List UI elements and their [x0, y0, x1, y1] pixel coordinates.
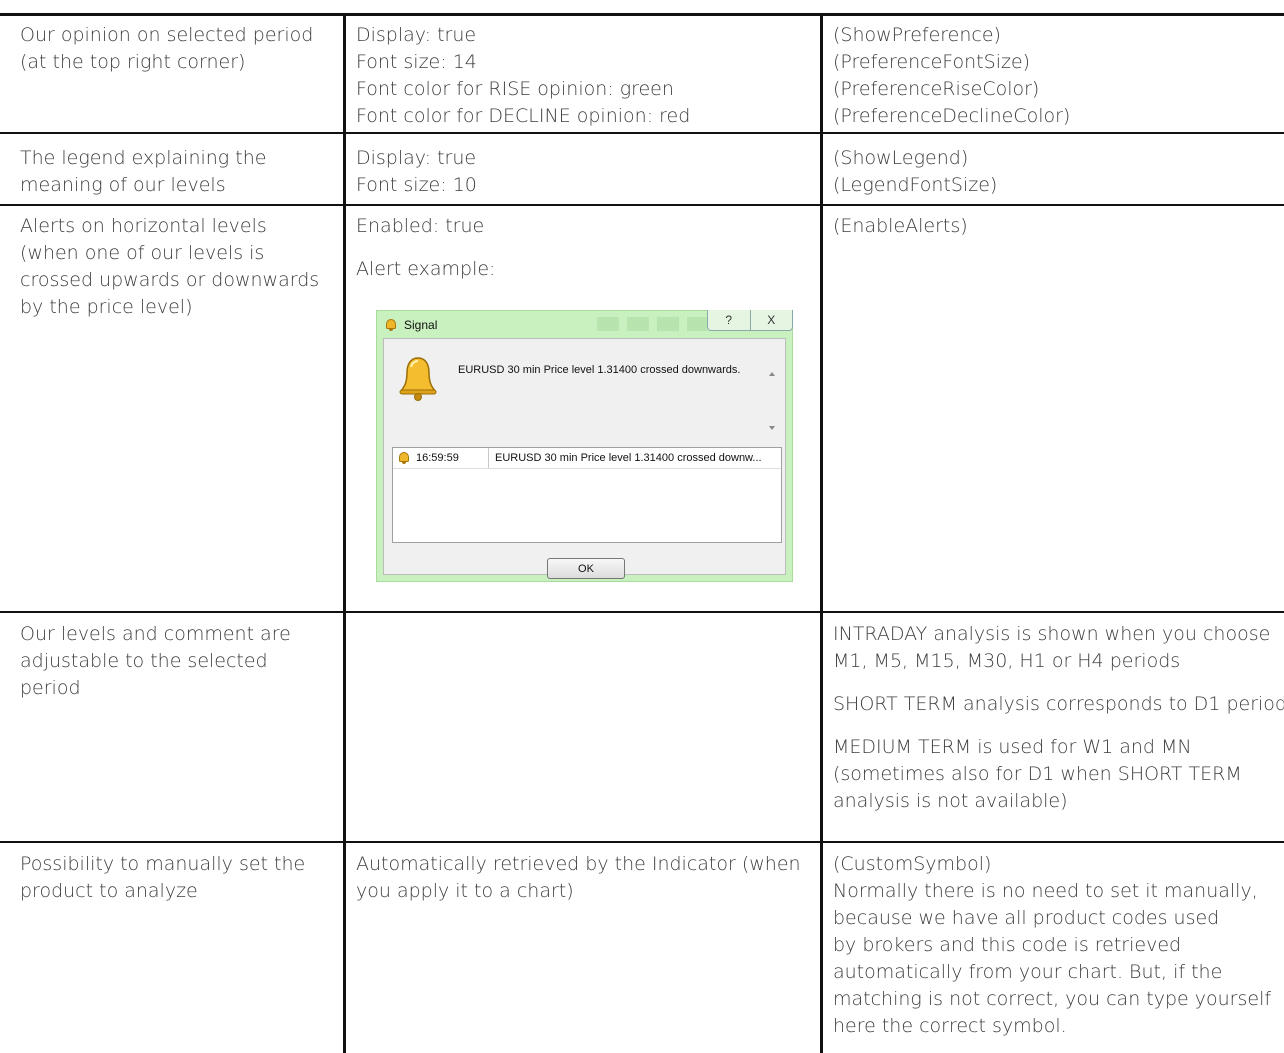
row5-settings: Automatically retrieved by the Indicator…: [356, 853, 801, 902]
row3-settings: Enabled: true Alert example:: [356, 215, 496, 280]
settings-table: Our opinion on selected period (at the t…: [0, 0, 1284, 1053]
row2-settings: Display: true Font size: 10: [356, 147, 477, 196]
dialog-title-bar: Signal: [385, 318, 437, 332]
column-divider: [820, 14, 823, 1053]
row-divider: [0, 611, 1284, 613]
alert-list[interactable]: 16:59:59 EURUSD 30 min Price level 1.314…: [392, 447, 782, 543]
help-button[interactable]: ?: [708, 310, 750, 330]
row1-feature: Our opinion on selected period (at the t…: [20, 24, 314, 73]
bell-icon: [385, 319, 397, 331]
row-divider: [0, 204, 1284, 206]
background-chart-text: [597, 317, 707, 331]
scroll-down-icon[interactable]: [769, 426, 775, 430]
alert-list-message: EURUSD 30 min Price level 1.31400 crosse…: [495, 452, 762, 464]
scroll-up-icon[interactable]: [769, 372, 775, 376]
row1-params: (ShowPreference) (PreferenceFontSize) (P…: [833, 24, 1071, 127]
ok-button[interactable]: OK: [547, 558, 625, 579]
row3-feature: Alerts on horizontal levels (when one of…: [20, 215, 320, 318]
row-divider: [0, 13, 1284, 16]
message-scrollbar[interactable]: [765, 366, 781, 436]
column-divider: [343, 14, 346, 1053]
alert-dialog: Signal ? X EURUSD 30 min Price level 1.3…: [376, 310, 793, 582]
dialog-body: EURUSD 30 min Price level 1.31400 crosse…: [383, 338, 786, 579]
list-item[interactable]: 16:59:59 EURUSD 30 min Price level 1.314…: [393, 448, 781, 469]
row5-feature: Possibility to manually set the product …: [20, 853, 306, 902]
row-divider: [0, 132, 1284, 134]
row2-feature: The legend explaining the meaning of our…: [20, 147, 267, 196]
bell-icon: [399, 357, 437, 401]
alert-time: 16:59:59: [416, 452, 459, 464]
bell-icon: [398, 452, 410, 464]
row4-feature: Our levels and comment are adjustable to…: [20, 623, 291, 699]
dialog-title: Signal: [404, 318, 438, 332]
row3-params: (EnableAlerts): [833, 215, 968, 237]
close-button[interactable]: X: [749, 310, 793, 330]
row1-settings: Display: true Font size: 14 Font color f…: [356, 24, 691, 127]
row5-params: (CustomSymbol) Normally there is no need…: [833, 853, 1272, 1037]
row-divider: [0, 841, 1284, 843]
window-buttons: ? X: [707, 310, 793, 331]
alert-message: EURUSD 30 min Price level 1.31400 crosse…: [458, 364, 741, 376]
row2-params: (ShowLegend) (LegendFontSize): [833, 147, 998, 196]
row4-params: INTRADAY analysis is shown when you choo…: [833, 623, 1284, 812]
